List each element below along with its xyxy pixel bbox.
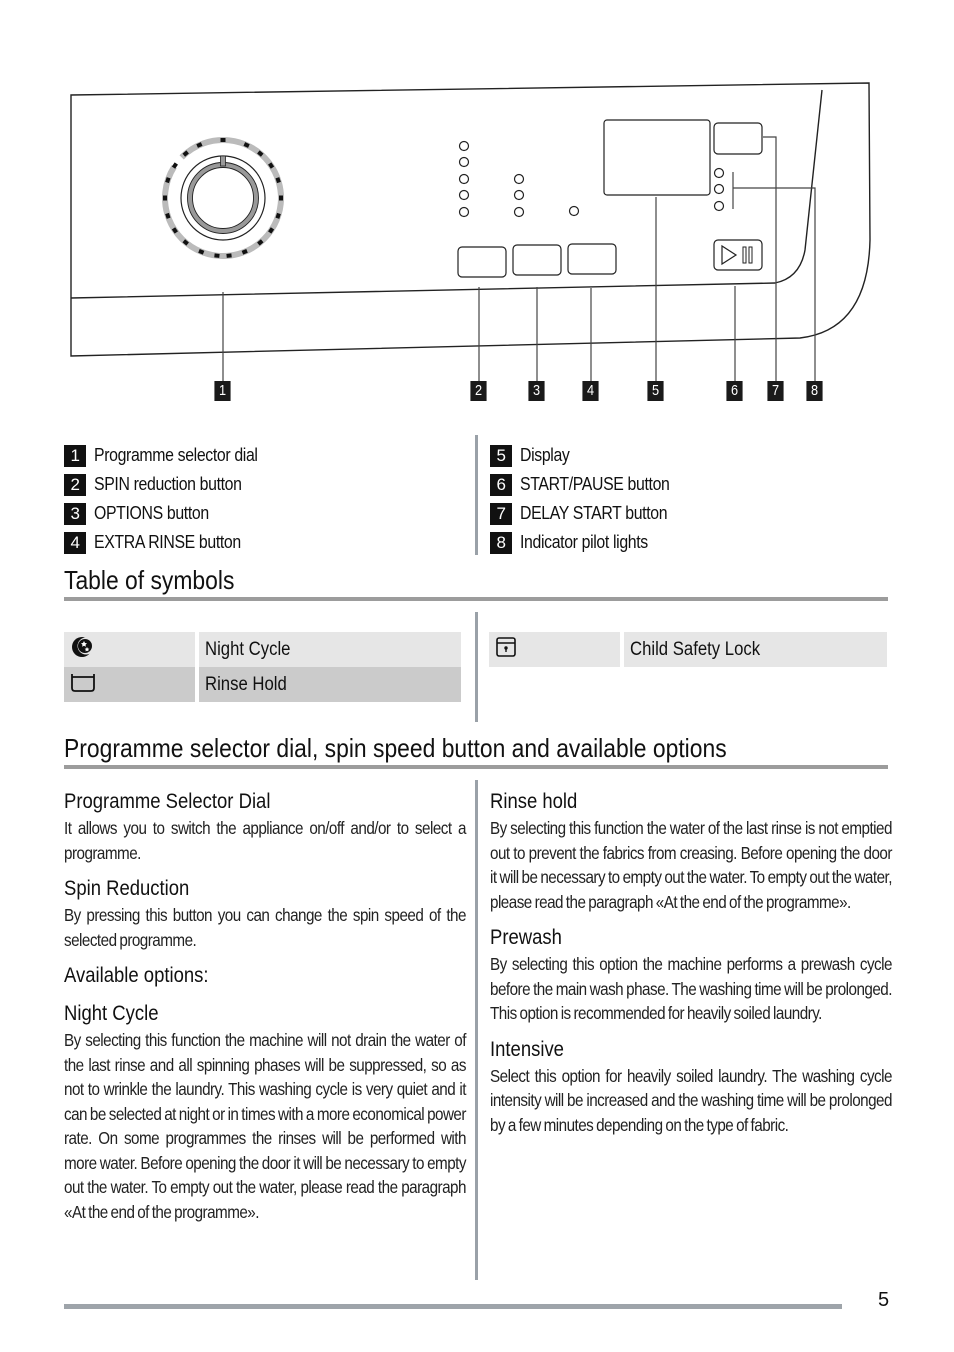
legend-number: 8 <box>490 531 512 554</box>
legend-number: 2 <box>64 473 86 496</box>
symbols-table-left: Night Cycle Rinse Hold <box>64 632 461 702</box>
legend-label: EXTRA RINSE button <box>94 532 241 552</box>
legend-label: Indicator pilot lights <box>520 532 648 552</box>
play-pause-icon <box>721 244 753 266</box>
option-prewash: Prewash By selecting this option the mac… <box>490 926 892 1026</box>
legend-item: 1 Programme selector dial <box>64 441 280 470</box>
column-divider <box>475 435 478 555</box>
callout-8: 8 <box>806 381 823 401</box>
column-divider <box>475 612 478 722</box>
callout-1: 1 <box>214 381 231 401</box>
legend-label: OPTIONS button <box>94 503 209 523</box>
legend-item: 8 Indicator pilot lights <box>490 528 690 557</box>
symbols-table-right: Child Safety Lock <box>489 632 887 667</box>
options-right-column: Rinse hold By selecting this function th… <box>490 790 892 1149</box>
option-heading: Rinse hold <box>490 790 578 813</box>
option-body: By pressing this button you can change t… <box>64 905 466 950</box>
option-intensive: Intensive Select this option for heavily… <box>490 1038 892 1138</box>
option-rinse-hold: Rinse hold By selecting this function th… <box>490 790 892 914</box>
available-options-label: Available options: <box>64 964 466 988</box>
option-spin-reduction: Spin Reduction By pressing this button y… <box>64 877 466 952</box>
child-lock-icon <box>496 636 516 657</box>
night-cycle-icon <box>72 636 95 657</box>
delay-start-button[interactable] <box>713 122 763 155</box>
legend-item: 5 Display <box>490 441 690 470</box>
option-heading: Programme Selector Dial <box>64 790 271 813</box>
indicator-pilot-lights <box>713 167 725 212</box>
legend-label: DELAY START button <box>520 503 668 523</box>
heading-rule <box>64 765 888 769</box>
dial-tick <box>279 195 283 201</box>
legend-number: 1 <box>64 444 86 467</box>
legend-label: Display <box>520 445 570 465</box>
dial-tick <box>226 253 232 258</box>
symbol-row: Child Safety Lock <box>489 632 887 667</box>
legend-number: 6 <box>490 473 512 496</box>
legend-label: START/PAUSE button <box>520 474 670 494</box>
rinse-hold-icon <box>71 673 95 692</box>
legend-item: 4 EXTRA RINSE button <box>64 528 280 557</box>
legend-right: 5 Display 6 START/PAUSE button 7 DELAY STAR… <box>490 441 690 557</box>
option-body: By selecting this option the machine per… <box>490 954 892 1023</box>
footer-rule <box>64 1304 842 1309</box>
heading-rule <box>64 597 888 601</box>
option-heading: Spin Reduction <box>64 877 190 900</box>
page-number: 5 <box>878 1289 890 1311</box>
options-section-heading: Programme selector dial, spin speed butt… <box>64 733 727 763</box>
legend-label: Programme selector dial <box>94 445 258 465</box>
option-body: It allows you to switch the appliance on… <box>64 818 466 863</box>
callout-4: 4 <box>582 381 599 401</box>
symbol-label: Child Safety Lock <box>630 638 761 660</box>
start-pause-button[interactable] <box>713 239 763 271</box>
legend-item: 6 START/PAUSE button <box>490 470 690 499</box>
callout-3: 3 <box>528 381 545 401</box>
options-button[interactable] <box>512 244 562 276</box>
option-body: By selecting this function the water of … <box>490 818 892 912</box>
symbols-heading: Table of symbols <box>64 565 235 595</box>
callout-7: 7 <box>767 381 784 401</box>
control-panel-diagram <box>70 82 871 382</box>
callout-6: 6 <box>726 381 743 401</box>
option-body: Select this option for heavily soiled la… <box>490 1065 892 1135</box>
panel-outline <box>70 82 871 357</box>
callout-2: 2 <box>470 381 487 401</box>
option-heading: Available options: <box>64 964 209 987</box>
option-heading: Night Cycle <box>64 1002 159 1025</box>
symbol-row: Night Cycle <box>64 632 461 667</box>
callout-5: 5 <box>647 381 664 401</box>
legend-number: 3 <box>64 502 86 525</box>
legend-item: 2 SPIN reduction button <box>64 470 280 499</box>
legend-number: 7 <box>490 502 512 525</box>
display <box>603 119 711 196</box>
legend-left: 1 Programme selector dial 2 SPIN reduction… <box>64 441 280 557</box>
dial-tick <box>163 195 167 201</box>
dial-tick <box>220 138 226 142</box>
dial-tick <box>214 253 220 258</box>
column-divider <box>475 780 478 1280</box>
option-body: By selecting this function the machine w… <box>64 1030 466 1222</box>
legend-item: 7 DELAY START button <box>490 499 690 528</box>
programme-selector-dial[interactable] <box>159 134 286 261</box>
legend-label: SPIN reduction button <box>94 474 242 494</box>
spin-reduction-button[interactable] <box>457 246 507 278</box>
options-indicator-lights <box>513 173 525 218</box>
legend-item: 3 OPTIONS button <box>64 499 280 528</box>
option-heading: Prewash <box>490 926 562 949</box>
extra-rinse-button[interactable] <box>567 243 617 275</box>
spin-indicator-lights <box>458 140 470 218</box>
extra-rinse-indicator-light <box>568 205 580 217</box>
option-night-cycle: Night Cycle By selecting this function t… <box>64 1002 466 1224</box>
legend-number: 5 <box>490 444 512 467</box>
legend-number: 4 <box>64 531 86 554</box>
options-left-column: Programme Selector Dial It allows you to… <box>64 790 466 1236</box>
option-programme-selector-dial: Programme Selector Dial It allows you to… <box>64 790 466 865</box>
symbol-label: Night Cycle <box>205 638 291 660</box>
option-heading: Intensive <box>490 1037 564 1061</box>
symbol-row: Rinse Hold <box>64 667 461 702</box>
symbol-label: Rinse Hold <box>205 673 287 695</box>
